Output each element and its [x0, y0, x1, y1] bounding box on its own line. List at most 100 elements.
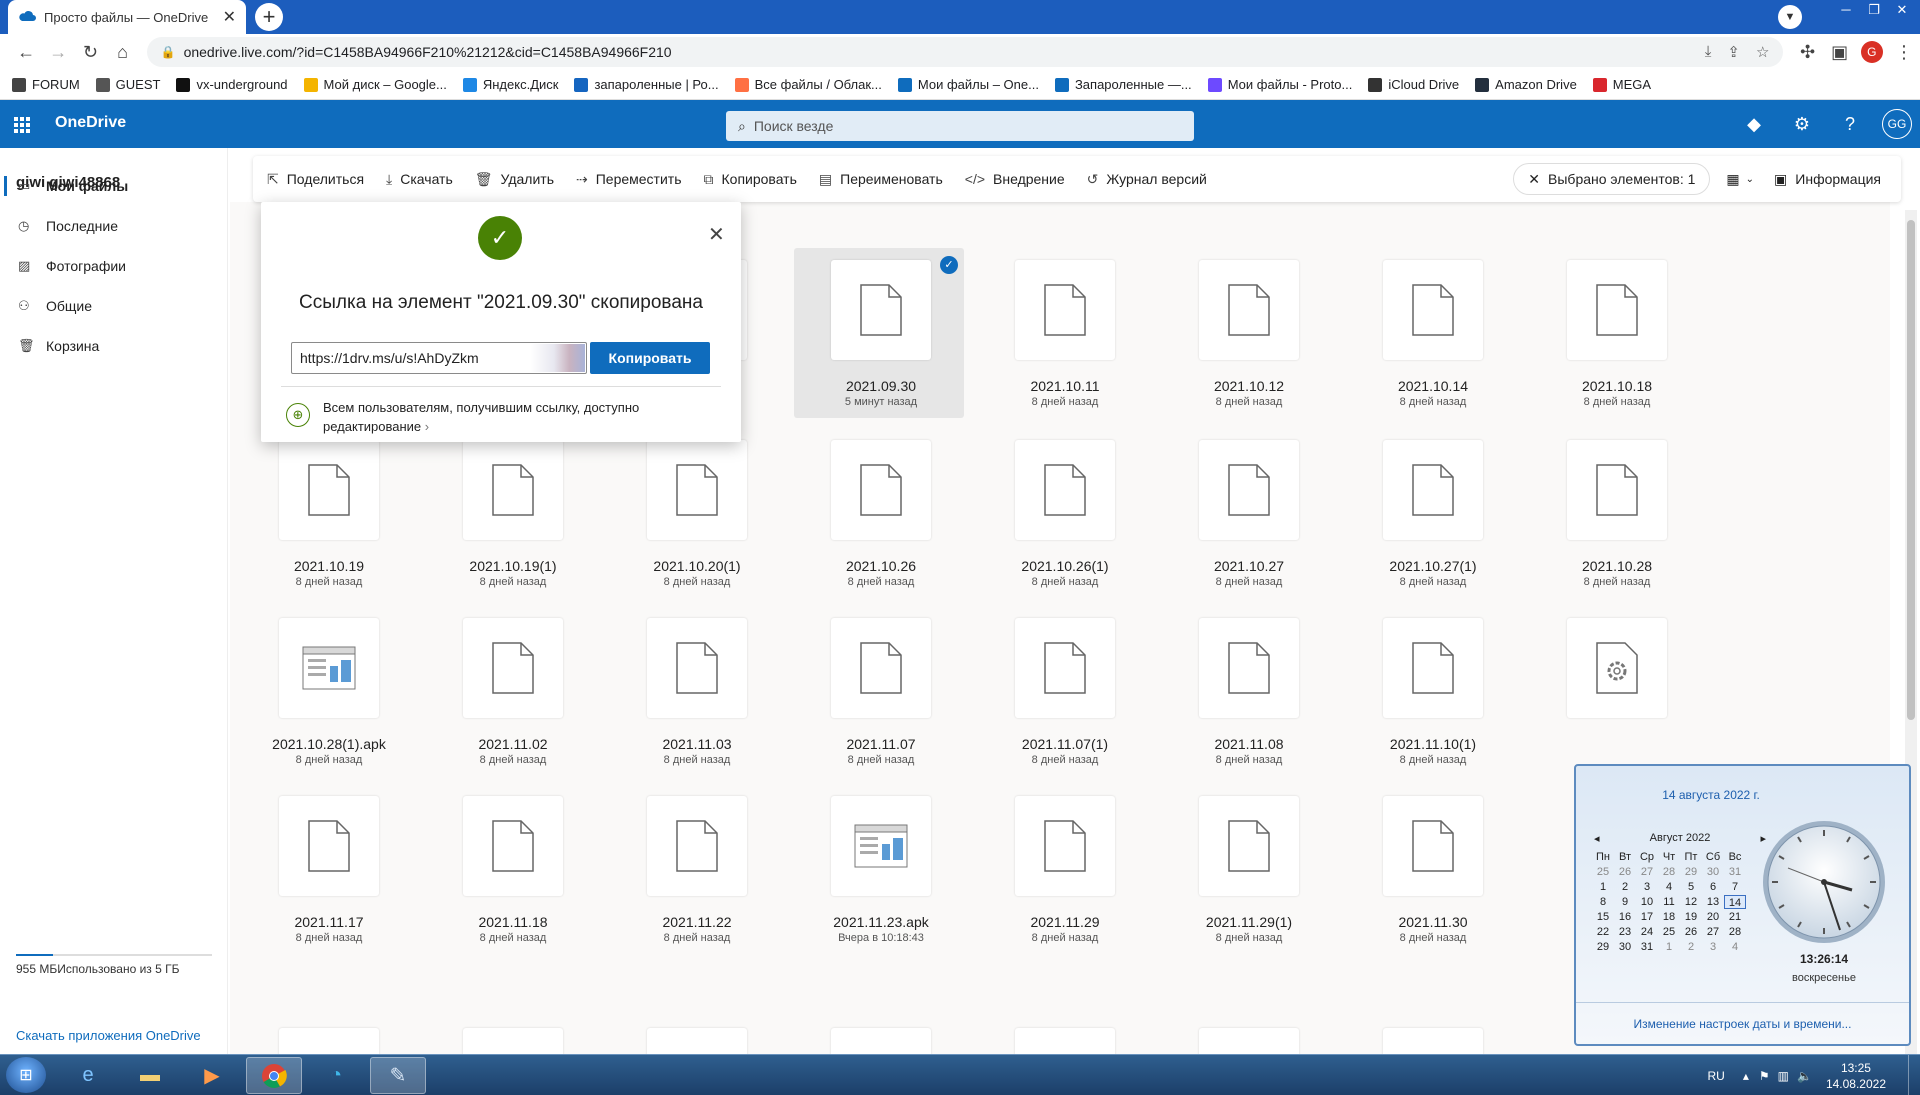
file-tile[interactable]: 2021.11.29 8 дней назад	[978, 784, 1148, 954]
app-launcher-icon[interactable]	[14, 117, 30, 133]
bookmark-item[interactable]: iCloud Drive	[1368, 77, 1459, 92]
document-icon[interactable]	[1199, 1028, 1299, 1054]
calendar-day[interactable]: 3	[1636, 880, 1658, 894]
home-icon[interactable]: ⌂	[106, 37, 138, 67]
file-tile[interactable]: 2021.11.07(1) 8 дней назад	[978, 606, 1148, 776]
file-tile[interactable]: 2021.11.29(1) 8 дней назад	[1162, 784, 1332, 954]
selected-check-icon[interactable]: ✓	[940, 256, 958, 274]
file-tile[interactable]: 2021.10.18 8 дней назад	[1530, 248, 1700, 418]
settings-gear-icon[interactable]: ⚙	[1778, 100, 1826, 148]
volume-icon[interactable]: 🔈	[1797, 1069, 1812, 1083]
copy-link-button[interactable]: Копировать	[590, 342, 710, 374]
file-tile[interactable]: 2021.10.14 8 дней назад	[1346, 248, 1516, 418]
file-tile[interactable]: 2021.10.19(1) 8 дней назад	[426, 428, 596, 598]
bookmark-item[interactable]: MEGA	[1592, 77, 1651, 92]
embed-button[interactable]: </> Внедрение	[965, 171, 1065, 187]
calendar-day[interactable]: 5	[1680, 880, 1702, 894]
tray-expand-icon[interactable]: ▴	[1743, 1069, 1749, 1083]
extensions-puzzle-icon[interactable]: ✣	[1791, 37, 1823, 67]
calendar-day[interactable]: 31	[1724, 865, 1746, 879]
taskbar-clock[interactable]: 13:25 14.08.2022	[1826, 1060, 1886, 1092]
calendar-day[interactable]: 7	[1724, 880, 1746, 894]
sidebar-item-0[interactable]: ▭ Мои файлы	[0, 166, 228, 206]
calendar-day[interactable]: 15	[1592, 910, 1614, 924]
clear-selection-icon[interactable]: ✕	[1528, 171, 1540, 188]
bookmark-item[interactable]: Яндекс.Диск	[462, 77, 558, 92]
version-history-button[interactable]: ↺ Журнал версий	[1087, 171, 1207, 188]
calendar-day[interactable]: 14	[1724, 895, 1746, 909]
network-icon[interactable]: ▥	[1778, 1069, 1789, 1083]
document-icon[interactable]	[279, 1028, 379, 1054]
calendar-day[interactable]: 28	[1658, 865, 1680, 879]
action-center-flag-icon[interactable]: ⚑	[1759, 1069, 1770, 1083]
calendar-day[interactable]: 31	[1636, 940, 1658, 954]
document-icon[interactable]	[463, 1028, 563, 1054]
calendar-day[interactable]: 27	[1702, 925, 1724, 939]
start-button-icon[interactable]: ⊞	[6, 1057, 46, 1093]
file-tile[interactable]: 2021.11.08 8 дней назад	[1162, 606, 1332, 776]
file-tile[interactable]: 2021.11.17 8 дней назад	[242, 784, 412, 954]
calendar-long-date[interactable]: 14 августа 2022 г.	[1576, 788, 1846, 802]
calendar-day[interactable]: 2	[1614, 880, 1636, 894]
file-tile[interactable]: 2021.09.30 5 минут назад ✓	[794, 248, 964, 418]
bookmark-item[interactable]: vx-underground	[176, 77, 288, 92]
lock-icon[interactable]: 🔒	[161, 45, 176, 59]
delete-button[interactable]: 🗑 Удалить	[475, 171, 554, 188]
calendar-day[interactable]: 1	[1658, 940, 1680, 954]
file-tile[interactable]: 2021.10.28 8 дней назад	[1530, 428, 1700, 598]
link-permission-settings[interactable]: Всем пользователям, получившим ссылку, д…	[323, 398, 653, 436]
search-box[interactable]: ⌕ Поиск везде	[726, 111, 1194, 141]
document-icon[interactable]	[1015, 1028, 1115, 1054]
file-tile[interactable]: 2021.10.28(1).apk 8 дней назад	[242, 606, 412, 776]
file-tile[interactable]: 2021.10.27(1) 8 дней назад	[1346, 428, 1516, 598]
side-panel-icon[interactable]: ▣	[1824, 37, 1856, 67]
internet-explorer-icon[interactable]: e	[60, 1057, 116, 1094]
date-time-settings-link[interactable]: Изменение настроек даты и времени...	[1576, 1002, 1909, 1044]
calendar-day[interactable]: 27	[1636, 865, 1658, 879]
calendar-day[interactable]: 18	[1658, 910, 1680, 924]
file-tile[interactable]: 2021.11.18 8 дней назад	[426, 784, 596, 954]
dialog-close-icon[interactable]: ✕	[708, 222, 725, 247]
sidebar-item-2[interactable]: ▨ Фотографии	[0, 246, 228, 286]
file-tile[interactable]: 2021.11.03 8 дней назад	[610, 606, 780, 776]
browser-tab[interactable]: Просто файлы — OneDrive ✕	[8, 0, 246, 34]
calendar-day[interactable]: 30	[1614, 940, 1636, 954]
calendar-day[interactable]: 9	[1614, 895, 1636, 909]
document-icon[interactable]	[647, 1028, 747, 1054]
tab-search-chevron-icon[interactable]: ▼	[1778, 5, 1802, 29]
bookmark-item[interactable]: Запароленные —...	[1054, 77, 1192, 92]
calendar-day[interactable]: 10	[1636, 895, 1658, 909]
sidebar-item-1[interactable]: ◷ Последние	[0, 206, 228, 246]
restore-icon[interactable]: ❐	[1862, 0, 1886, 20]
calendar-day[interactable]: 30	[1702, 865, 1724, 879]
bookmark-item[interactable]: Мой диск – Google...	[303, 77, 447, 92]
file-tile[interactable]: 2021.10.20(1) 8 дней назад	[610, 428, 780, 598]
chrome-icon[interactable]	[246, 1057, 302, 1094]
info-button[interactable]: ▣ Информация	[1774, 171, 1881, 188]
scrollbar-thumb[interactable]	[1907, 220, 1915, 720]
install-app-icon[interactable]: ⤓	[1705, 43, 1712, 61]
minimize-icon[interactable]: ─	[1834, 0, 1858, 20]
calendar-day[interactable]: 26	[1614, 865, 1636, 879]
calendar-day[interactable]: 8	[1592, 895, 1614, 909]
bookmark-item[interactable]: FORUM	[12, 77, 80, 92]
address-bar[interactable]: 🔒 onedrive.live.com/?id=C1458BA94966F210…	[146, 37, 1784, 67]
calendar-day[interactable]: 16	[1614, 910, 1636, 924]
bookmark-item[interactable]: Все файлы / Облак...	[734, 77, 882, 92]
calendar-day[interactable]: 28	[1724, 925, 1746, 939]
file-tile[interactable]	[1530, 606, 1700, 776]
paint-icon[interactable]: ✎	[370, 1057, 426, 1094]
file-tile[interactable]: 2021.11.07 8 дней назад	[794, 606, 964, 776]
calendar-day[interactable]: 1	[1592, 880, 1614, 894]
bookmark-item[interactable]: Мои файлы – One...	[897, 77, 1039, 92]
back-arrow-icon[interactable]: ←	[10, 37, 42, 67]
account-avatar[interactable]: GG	[1882, 109, 1912, 139]
calendar-day[interactable]: 2	[1680, 940, 1702, 954]
document-icon[interactable]	[831, 1028, 931, 1054]
help-icon[interactable]: ?	[1826, 100, 1874, 148]
file-tile[interactable]: 2021.11.23.apk Вчера в 10:18:43	[794, 784, 964, 954]
file-tile[interactable]: 2021.11.22 8 дней назад	[610, 784, 780, 954]
view-switcher[interactable]: ▦ ⌄	[1726, 171, 1754, 188]
calendar-month-label[interactable]: Август 2022	[1650, 832, 1711, 845]
calendar-day[interactable]: 29	[1592, 940, 1614, 954]
